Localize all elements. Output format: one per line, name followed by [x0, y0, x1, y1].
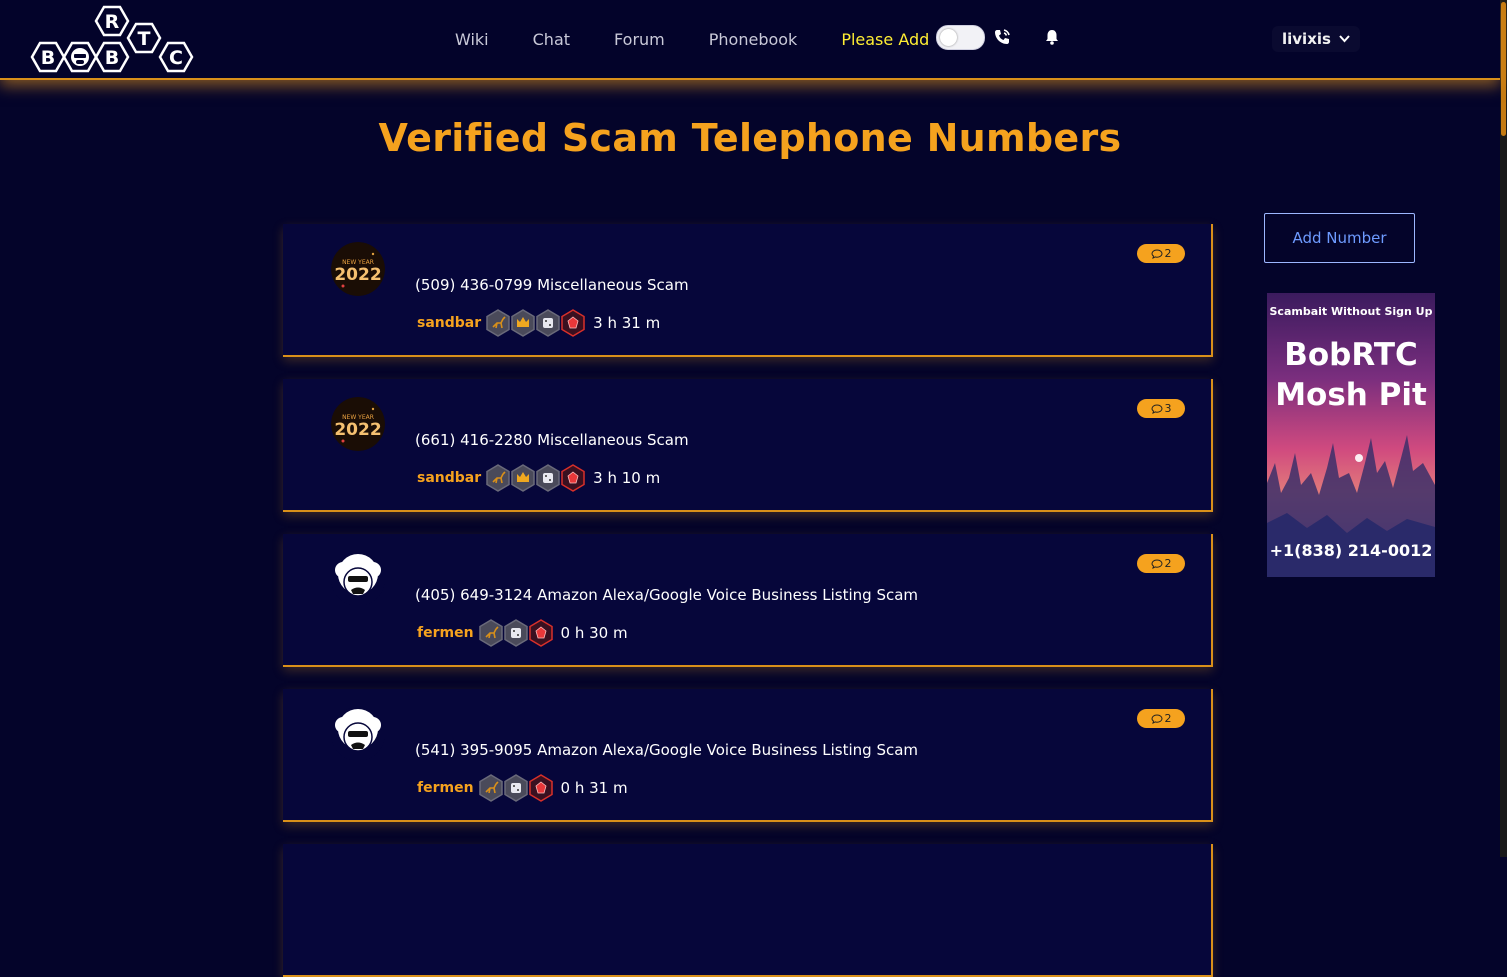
listing-meta: fermen 0 h 31 m — [415, 772, 628, 804]
comment-bubble-icon — [1150, 248, 1163, 259]
bob-afro-avatar-icon — [331, 552, 385, 606]
new-year-2022-avatar-icon: NEW YEAR2022 — [331, 242, 385, 296]
ruby-badge-icon — [528, 774, 553, 802]
logo-letter-r: R — [105, 11, 120, 33]
comment-count-badge[interactable]: 3 — [1137, 399, 1185, 418]
user-avatar[interactable]: NEW YEAR 2022 — [331, 242, 385, 296]
scam-listing-card[interactable]: NEW YEAR 2022 (661) 416-2280 Miscellaneou… — [283, 379, 1213, 512]
user-avatar[interactable]: NEW YEAR 2022 — [331, 397, 385, 451]
page-title: Verified Scam Telephone Numbers — [378, 116, 1122, 160]
comment-count-badge[interactable]: 2 — [1137, 554, 1185, 573]
crown-badge-icon — [511, 464, 535, 492]
listing-duration: 3 h 31 m — [593, 314, 661, 332]
logo-letter-b2: B — [105, 47, 119, 69]
scam-listing-card[interactable]: NEW YEAR 2022 (509) 436-0799 Miscellaneou… — [283, 224, 1213, 357]
nav-link-phonebook[interactable]: Phonebook — [709, 30, 798, 49]
listing-meta: fermen 0 h 30 m — [415, 617, 628, 649]
deer-badge-icon — [478, 774, 503, 802]
listing-duration: 3 h 10 m — [593, 469, 661, 487]
listing-duration: 0 h 31 m — [560, 779, 628, 797]
phone-ringing-icon[interactable] — [993, 28, 1011, 46]
user-menu[interactable]: livixis — [1272, 26, 1360, 52]
scam-listing-card[interactable]: (405) 649-3124 Amazon Alexa/Google Voice… — [283, 534, 1213, 667]
dice-badge-icon — [503, 619, 528, 647]
listing-title[interactable]: (541) 395-9095 Amazon Alexa/Google Voice… — [415, 741, 918, 759]
dice-badge-icon — [503, 774, 528, 802]
chevron-down-icon — [1339, 35, 1350, 43]
bob-afro-avatar-icon — [331, 707, 385, 761]
listing-username[interactable]: sandbar — [417, 315, 481, 331]
logo-letter-t: T — [138, 28, 151, 50]
crown-badge-icon — [511, 309, 535, 337]
deer-badge-icon — [486, 464, 510, 492]
ruby-badge-icon — [561, 464, 585, 492]
comment-count: 2 — [1164, 247, 1172, 260]
ad-title-line1: BobRTC — [1284, 337, 1418, 373]
user-badges — [485, 464, 585, 492]
notification-bell-icon[interactable] — [1043, 28, 1061, 46]
ad-phone-number: +1(838) 214-0012 — [1269, 541, 1433, 560]
comment-count-badge[interactable]: 2 — [1137, 709, 1185, 728]
page-scrollbar[interactable] — [1500, 0, 1507, 857]
scam-listing-card[interactable]: (541) 395-9095 Amazon Alexa/Google Voice… — [283, 689, 1213, 822]
user-badges — [478, 774, 553, 802]
toggle-knob — [940, 29, 957, 46]
user-avatar[interactable] — [331, 552, 385, 606]
listing-meta: sandbar 3 h 10 m — [415, 462, 660, 494]
deer-badge-icon — [486, 309, 510, 337]
theme-toggle[interactable] — [936, 25, 985, 50]
ad-title-line2: Mosh Pit — [1275, 377, 1427, 413]
ruby-badge-icon — [528, 619, 553, 647]
user-badges — [485, 309, 585, 337]
comment-count-badge[interactable]: 2 — [1137, 244, 1185, 263]
ad-title: BobRTC Mosh Pit — [1267, 335, 1435, 415]
listing-username[interactable]: sandbar — [417, 470, 481, 486]
user-badges — [478, 619, 553, 647]
listing-duration: 0 h 30 m — [560, 624, 628, 642]
comment-bubble-icon — [1150, 403, 1163, 414]
dice-badge-icon — [536, 464, 560, 492]
bob-face-icon — [71, 48, 89, 66]
nav-link-forum[interactable]: Forum — [614, 30, 665, 49]
comment-count: 2 — [1164, 712, 1172, 725]
nav-link-wiki[interactable]: Wiki — [455, 30, 489, 49]
mosh-pit-ad-banner[interactable]: Scambait Without Sign Up BobRTC Mosh Pit… — [1267, 293, 1435, 577]
svg-text:2022: 2022 — [334, 265, 381, 285]
logo-letter-b1: B — [41, 47, 55, 69]
nav-link-chat[interactable]: Chat — [533, 30, 570, 49]
comment-count: 2 — [1164, 557, 1172, 570]
ruby-badge-icon — [561, 309, 585, 337]
dice-badge-icon — [536, 309, 560, 337]
scrollbar-thumb[interactable] — [1501, 2, 1506, 136]
listing-title[interactable]: (509) 436-0799 Miscellaneous Scam — [415, 276, 689, 294]
username-label: livixis — [1282, 30, 1331, 48]
user-avatar[interactable] — [331, 707, 385, 761]
nav-link-please-add[interactable]: Please Add — [841, 30, 929, 49]
top-navbar: B B R T C Wiki Chat Forum Phonebook Plea… — [0, 0, 1500, 80]
comment-count: 3 — [1164, 402, 1172, 415]
logo-letter-c: C — [169, 47, 183, 69]
listing-title[interactable]: (405) 649-3124 Amazon Alexa/Google Voice… — [415, 586, 918, 604]
ad-tagline: Scambait Without Sign Up — [1269, 305, 1433, 318]
add-number-button[interactable]: Add Number — [1264, 213, 1415, 263]
listing-username[interactable]: fermen — [417, 625, 474, 641]
listing-username[interactable]: fermen — [417, 780, 474, 796]
nav-links: Wiki Chat Forum Phonebook Please Add — [455, 0, 953, 78]
bobrtc-logo[interactable]: B B R T C — [18, 2, 214, 78]
comment-bubble-icon — [1150, 558, 1163, 569]
new-year-2022-avatar-icon: NEW YEAR2022 — [331, 397, 385, 451]
comment-bubble-icon — [1150, 713, 1163, 724]
svg-text:2022: 2022 — [334, 420, 381, 440]
scam-listing-card-partial[interactable] — [283, 844, 1213, 977]
listing-meta: sandbar 3 h 31 m — [415, 307, 660, 339]
listing-title[interactable]: (661) 416-2280 Miscellaneous Scam — [415, 431, 689, 449]
deer-badge-icon — [478, 619, 503, 647]
